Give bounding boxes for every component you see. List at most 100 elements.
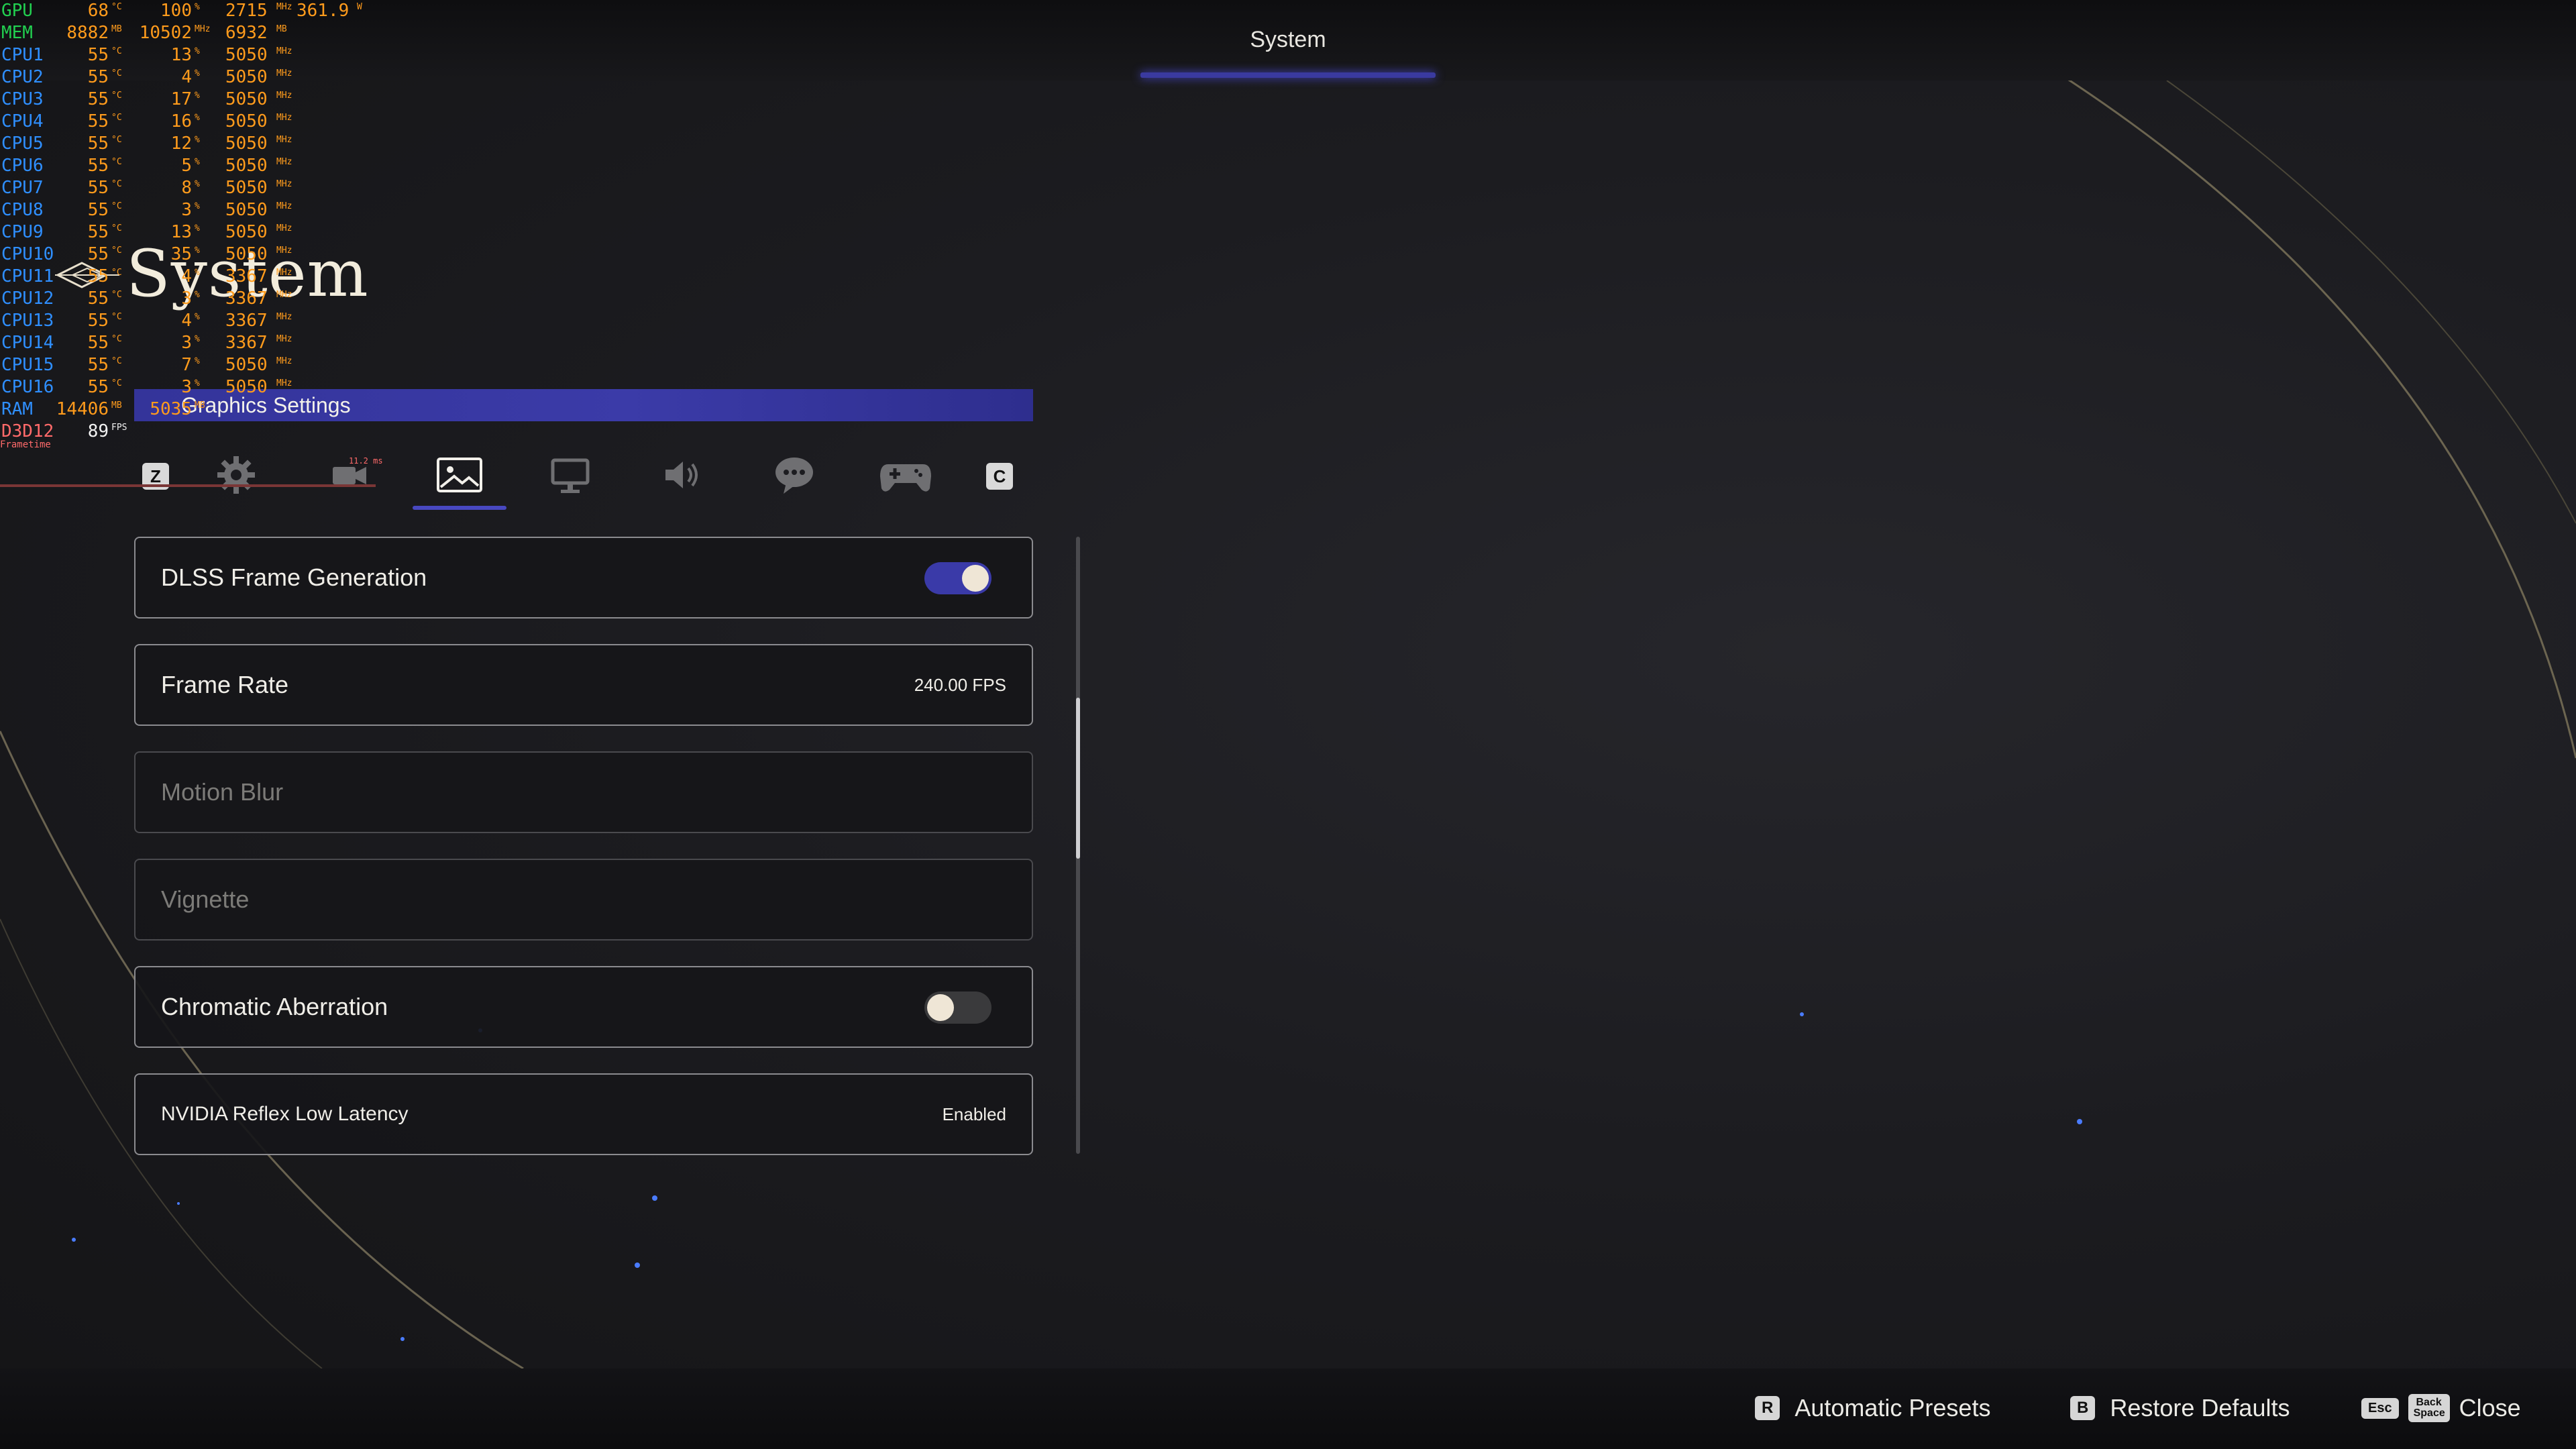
osd-cpu-temp: 55 [87,111,109,131]
unit-celsius: °C [111,179,122,189]
unit-celsius: °C [111,223,122,233]
unit-percent: % [195,334,200,344]
setting-dlss-frame-generation[interactable]: DLSS Frame Generation [134,537,1033,619]
setting-label: Motion Blur [161,778,284,806]
unit-celsius: °C [111,68,122,78]
unit-celsius: °C [111,113,122,123]
unit-mb: MB [111,24,122,34]
osd-ram-used: 14406 [56,399,109,419]
osd-cpu-temp: 55 [87,156,109,176]
osd-cpu-temp: 55 [87,222,109,242]
unit-celsius: °C [111,157,122,167]
osd-cpu-temp: 55 [87,45,109,65]
unit-mhz: MHz [276,378,292,388]
osd-cpu-clock: 3367 [225,311,268,331]
osd-cpu-clock: 5050 [225,156,268,176]
gear-icon[interactable] [209,448,263,502]
osd-cpu-temp: 55 [87,333,109,353]
setting-label: Vignette [161,885,250,913]
toggle-knob [927,994,954,1021]
unit-percent: % [195,356,200,366]
unit-mhz: MHz [276,46,292,56]
settings-scrollbar[interactable] [1076,537,1080,1154]
osd-cpu-load: 13 [170,222,192,242]
osd-gpu-clock: 2715 [225,1,268,21]
unit-percent: % [195,135,200,145]
osd-frametime-graph [0,484,376,487]
speaker-icon[interactable] [656,448,710,502]
image-icon[interactable] [433,448,486,502]
osd-cpu-load: 5 [181,156,192,176]
close-label: Close [2459,1394,2521,1421]
unit-celsius: °C [111,378,122,388]
osd-cpu-load: 4 [181,311,192,331]
chat-bubble-icon[interactable] [767,448,821,502]
unit-percent: % [195,179,200,189]
osd-cpu-clock: 5050 [225,200,268,220]
automatic-presets-label: Automatic Presets [1794,1394,1991,1421]
unit-mhz: MHz [276,179,292,189]
next-tab-key[interactable]: C [986,463,1013,490]
scrollbar-thumb[interactable] [1076,698,1080,859]
automatic-presets-button[interactable]: R Automatic Presets [1755,1394,1990,1422]
osd-cpu-temp: 55 [87,200,109,220]
key-esc: Esc [2361,1397,2399,1419]
unit-percent: % [195,68,200,78]
unit-mhz: MHz [276,68,292,78]
osd-cpu-load: 3 [181,288,192,309]
unit-celsius: °C [111,46,122,56]
setting-chromatic-aberration[interactable]: Chromatic Aberration [134,966,1033,1048]
unit-percent: % [195,268,200,278]
monitor-icon[interactable] [543,448,597,502]
dlss-frame-generation-toggle[interactable] [924,562,991,594]
restore-defaults-label: Restore Defaults [2110,1394,2290,1421]
osd-gpu-temp: 68 [87,1,109,21]
osd-cpu-clock: 5050 [225,178,268,198]
osd-mem-clock: 10502 [139,23,192,43]
unit-celsius: °C [111,290,122,300]
osd-gpu-load: 100 [160,1,192,21]
osd-cpu-load: 3 [181,333,192,353]
osd-cpu-temp: 55 [87,288,109,309]
unit-mb: MB [276,24,287,34]
setting-label: Frame Rate [161,671,289,698]
setting-nvidia-reflex[interactable]: NVIDIA Reflex Low Latency Enabled [134,1073,1033,1155]
unit-celsius: °C [111,312,122,322]
unit-percent: % [195,91,200,101]
key-b: B [2070,1396,2096,1420]
unit-mhz: MHz [276,2,292,12]
osd-gpu-power: 361.9 [297,1,350,21]
osd-cpu-load: 4 [181,67,192,87]
setting-frame-rate[interactable]: Frame Rate 240.00 FPS [134,644,1033,726]
unit-celsius: °C [111,246,122,256]
osd-cpu-temp: 55 [87,178,109,198]
key-backspace: Back Space [2408,1394,2450,1422]
unit-mhz: MHz [276,268,292,278]
unit-mb: MB [195,400,205,411]
chromatic-aberration-toggle[interactable] [924,991,991,1024]
osd-ram-extra: 5035 [150,399,192,419]
unit-percent: % [195,246,200,256]
unit-percent: % [195,157,200,167]
frame-rate-value: 240.00 FPS [914,675,1006,695]
header-title[interactable]: System [1140,27,1436,53]
restore-defaults-button[interactable]: B Restore Defaults [2070,1394,2290,1422]
osd-cpu-load: 35 [170,244,192,264]
unit-mhz: MHz [276,223,292,233]
close-button[interactable]: Esc Back Space Close [2361,1394,2521,1422]
osd-cpu-clock: 5050 [225,133,268,154]
unit-mhz: MHz [276,157,292,167]
osd-cpu-clock: 5050 [225,377,268,397]
unit-mhz: MHz [276,201,292,211]
unit-percent: % [195,223,200,233]
gamepad-icon[interactable] [879,448,932,502]
osd-cpu-temp: 55 [87,355,109,375]
nvidia-reflex-value: Enabled [942,1104,1006,1124]
unit-mb: MB [111,400,122,411]
osd-cpu-temp: 55 [87,244,109,264]
unit-percent: % [195,312,200,322]
osd-cpu-load: 13 [170,45,192,65]
key-r: R [1755,1396,1780,1420]
osd-cpu-load: 3 [181,200,192,220]
osd-cpu-clock: 5050 [225,222,268,242]
